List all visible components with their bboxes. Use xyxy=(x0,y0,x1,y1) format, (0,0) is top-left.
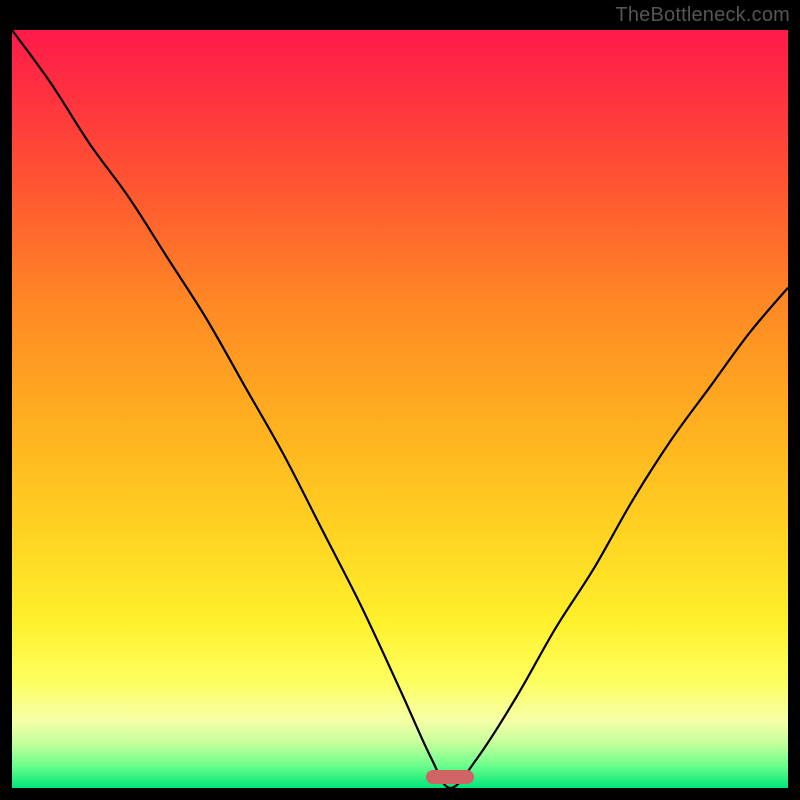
watermark-text: TheBottleneck.com xyxy=(615,4,790,27)
optimum-marker xyxy=(426,770,474,784)
bottleneck-curve xyxy=(12,30,788,788)
curve-layer xyxy=(12,30,788,788)
chart-plot-area xyxy=(12,30,788,788)
chart-stage: TheBottleneck.com xyxy=(0,0,800,800)
